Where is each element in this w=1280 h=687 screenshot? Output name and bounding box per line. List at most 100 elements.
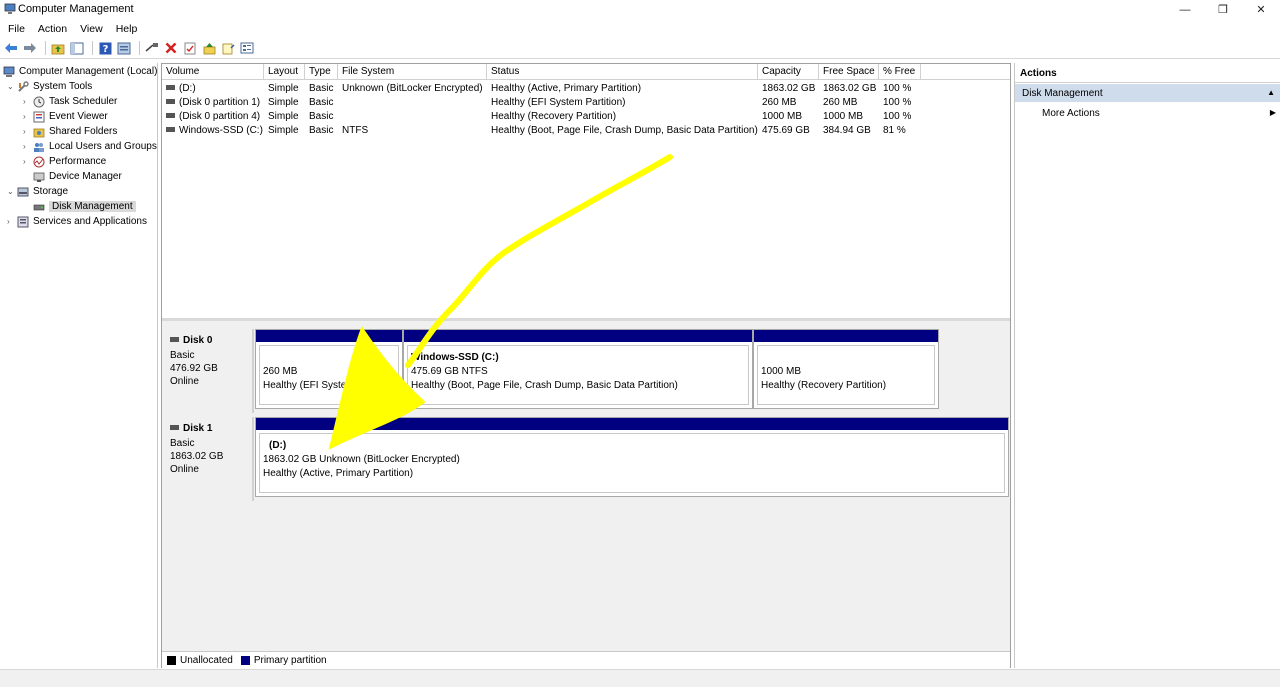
tree-item-disk-management[interactable]: Disk Management [33,199,136,214]
column-header-percent-free[interactable]: % Free [879,64,921,80]
tree-item-performance[interactable]: › Performance [23,154,106,169]
minimize-button[interactable]: — [1166,0,1204,19]
partition-disk1-d[interactable]: (D:) 1863.02 GB Unknown (BitLocker Encry… [255,417,1009,497]
column-header-type[interactable]: Type [305,64,338,80]
column-header-capacity[interactable]: Capacity [758,64,819,80]
computer-management-icon [4,3,16,14]
menu-file[interactable]: File [8,23,25,35]
connect-icon[interactable] [144,40,160,56]
menu-action[interactable]: Action [38,23,67,35]
column-header-file-system[interactable]: File System [338,64,487,80]
partition-status: Healthy (Boot, Page File, Crash Dump, Ba… [411,380,678,391]
cell-type: Basic [309,125,334,136]
tree-item-system-tools[interactable]: ⌄ System Tools [7,79,92,94]
column-header-status[interactable]: Status [487,64,758,80]
tree-label: System Tools [33,81,93,92]
actions-section-disk-management[interactable]: Disk Management ▲ [1015,84,1280,102]
import-icon[interactable] [201,40,217,56]
tree-item-storage[interactable]: ⌄ Storage [7,184,68,199]
disk-graphical-view: Disk 0 Basic 476.92 GB Online 260 MB Hea… [162,321,1010,651]
disk-0-size: 476.92 GB [170,363,218,374]
volume-icon [166,98,175,104]
chevron-right-icon[interactable]: › [23,97,31,106]
menu-help[interactable]: Help [116,23,138,35]
cell-capacity: 260 MB [762,97,797,108]
disk-1-label[interactable]: Disk 1 Basic 1863.02 GB Online [162,417,254,501]
forward-arrow-icon[interactable] [22,40,38,56]
svg-text:?: ? [102,44,108,55]
table-row[interactable]: (D:) Simple Basic Unknown (BitLocker Enc… [162,82,1010,96]
partition-legend: Unallocated Primary partition [162,651,1010,668]
cell-capacity: 475.69 GB [762,125,810,136]
volume-icon [166,126,175,132]
chevron-right-icon[interactable]: › [23,142,31,151]
volume-list: (D:) Simple Basic Unknown (BitLocker Enc… [162,80,1010,318]
check-icon[interactable] [182,40,198,56]
back-arrow-icon[interactable] [3,40,19,56]
tree-label: Event Viewer [49,111,108,122]
computer-management-icon [3,66,15,78]
partition-disk0-windows-ssd[interactable]: Windows-SSD (C:) 475.69 GB NTFS Healthy … [403,329,753,409]
tree-item-computer-management[interactable]: Computer Management (Local) [3,64,157,79]
table-row[interactable]: (Disk 0 partition 4) Simple Basic Health… [162,110,1010,124]
chevron-right-icon[interactable]: › [23,127,31,136]
services-icon [17,216,29,228]
legend-unallocated: Unallocated [180,654,233,666]
chevron-right-icon[interactable]: › [23,157,31,166]
cell-type: Basic [309,97,334,108]
chevron-right-icon[interactable]: › [23,112,31,121]
more-actions-item[interactable]: More Actions [1042,108,1100,119]
disk-0-label[interactable]: Disk 0 Basic 476.92 GB Online [162,329,254,413]
delete-icon[interactable] [163,40,179,56]
cell-type: Basic [309,111,334,122]
submenu-arrow-icon[interactable]: ▶ [1270,108,1276,117]
tree-item-device-manager[interactable]: Device Manager [33,169,122,184]
tree-item-shared-folders[interactable]: › Shared Folders [23,124,117,139]
cell-file-system [338,96,342,110]
table-row[interactable]: Windows-SSD (C:) Simple Basic NTFS Healt… [162,124,1010,138]
cell-capacity: 1863.02 GB [762,83,816,94]
list-view-icon[interactable] [239,40,255,56]
partition-body: (D:) 1863.02 GB Unknown (BitLocker Encry… [259,433,1005,493]
partition-name: (D:) [269,440,287,451]
cell-status: Healthy (EFI System Partition) [491,97,626,108]
cell-layout: Simple [268,125,299,136]
disk-1-size: 1863.02 GB [170,451,224,462]
collapse-up-icon[interactable]: ▲ [1267,88,1275,97]
partition-name: Windows-SSD (C:) [411,352,499,363]
menu-view[interactable]: View [80,23,103,35]
column-header-free-space[interactable]: Free Space [819,64,879,80]
tree-item-task-scheduler[interactable]: › Task Scheduler [23,94,117,109]
tree-item-local-users[interactable]: › Local Users and Groups [23,139,157,154]
cell-file-system: Unknown (BitLocker Encrypted) [342,83,483,94]
tree-label: Task Scheduler [49,96,118,107]
tree-item-event-viewer[interactable]: › Event Viewer [23,109,108,124]
actions-header: Actions [1015,63,1280,83]
chevron-down-icon[interactable]: ⌄ [7,82,15,91]
cell-capacity: 1000 MB [762,111,803,122]
partition-disk0-recovery[interactable]: 1000 MB Healthy (Recovery Partition) [753,329,939,409]
export-icon[interactable] [220,40,236,56]
column-header-layout[interactable]: Layout [264,64,305,80]
up-folder-icon[interactable] [50,40,66,56]
restore-button[interactable]: ❐ [1204,0,1242,19]
clock-icon [33,96,45,108]
cell-volume: (D:) [162,82,196,96]
volume-table-header: Volume Layout Type File System Status Ca… [162,64,1010,80]
partition-disk0-efi[interactable]: 260 MB Healthy (EFI System Partition) [255,329,403,409]
chevron-right-icon[interactable]: › [7,217,15,226]
cell-status: Healthy (Boot, Page File, Crash Dump, Ba… [491,125,758,136]
help-icon[interactable]: ? [97,40,113,56]
chevron-down-icon[interactable]: ⌄ [7,187,15,196]
column-header-volume[interactable]: Volume [162,64,264,80]
close-button[interactable]: ✕ [1242,0,1280,19]
tree-item-services-applications[interactable]: › Services and Applications [7,214,147,229]
unallocated-swatch [167,655,176,665]
primary-partition-bar [256,418,1008,430]
table-row[interactable]: (Disk 0 partition 1) Simple Basic Health… [162,96,1010,110]
show-tree-icon[interactable] [69,40,85,56]
cell-free-space: 384.94 GB [823,125,871,136]
primary-partition-bar [754,330,938,342]
properties-icon[interactable] [116,40,132,56]
partition-status: Healthy (Active, Primary Partition) [263,468,414,479]
